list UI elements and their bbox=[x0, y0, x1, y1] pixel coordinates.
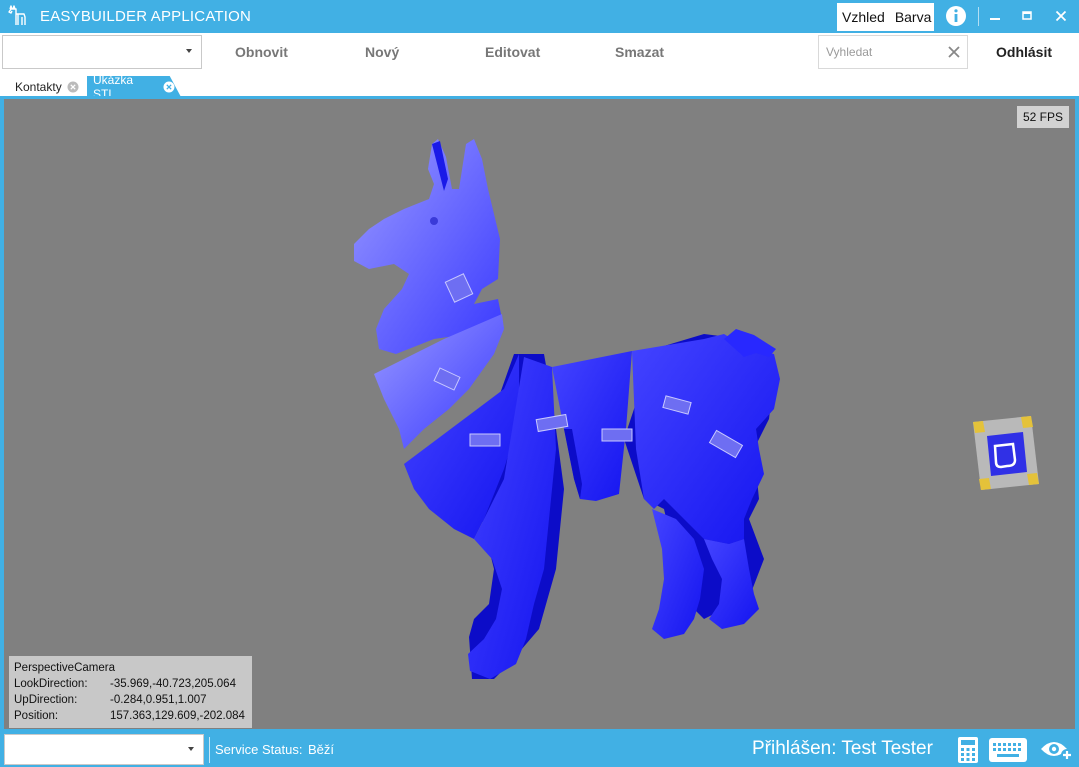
search-box bbox=[818, 35, 968, 69]
logged-user: Přihlášen: Test Tester bbox=[752, 738, 933, 759]
entity-combo[interactable] bbox=[2, 35, 202, 69]
camera-row: LookDirection: -35.969,-40.723,205.064 bbox=[14, 676, 247, 692]
tab-kontakty[interactable]: Kontakty bbox=[9, 76, 85, 97]
logout-button[interactable]: Odhlásit bbox=[996, 44, 1052, 60]
llama-logo-icon bbox=[8, 5, 26, 25]
chevron-down-icon bbox=[188, 747, 194, 751]
status-separator bbox=[209, 737, 210, 763]
tab-label: Kontakty bbox=[15, 79, 62, 94]
tab-ukazka-stl[interactable]: Ukázka STL bbox=[87, 76, 181, 97]
toolbar: Obnovit Nový Editovat Smazat Odhlásit bbox=[0, 33, 1079, 73]
camera-info-panel: PerspectiveCamera LookDirection: -35.969… bbox=[9, 656, 252, 728]
search-input[interactable] bbox=[826, 45, 941, 59]
3d-viewport[interactable]: 52 FPS PerspectiveCamera LookDirection: … bbox=[4, 99, 1075, 729]
camera-key: Position: bbox=[14, 710, 59, 722]
camera-value: -0.284,0.951,1.007 bbox=[110, 694, 207, 706]
camera-value: -35.969,-40.723,205.064 bbox=[110, 678, 236, 690]
fps-counter: 52 FPS bbox=[1016, 106, 1069, 128]
camera-row: Position: 157.363,129.609,-202.084 bbox=[14, 708, 247, 724]
camera-key: LookDirection: bbox=[14, 678, 88, 690]
llama-model[interactable] bbox=[4, 99, 1075, 729]
maximize-icon bbox=[1022, 11, 1032, 20]
camera-key: UpDirection: bbox=[14, 694, 78, 706]
status-combo[interactable] bbox=[4, 734, 204, 765]
refresh-button[interactable]: Obnovit bbox=[235, 44, 288, 60]
camera-type: PerspectiveCamera bbox=[14, 662, 115, 674]
calculator-icon[interactable] bbox=[957, 736, 979, 764]
minimize-icon bbox=[990, 18, 1000, 20]
keyboard-icon[interactable] bbox=[988, 737, 1028, 763]
camera-value: 157.363,129.609,-202.084 bbox=[110, 710, 245, 722]
menu-vzhled[interactable]: Vzhled bbox=[837, 9, 885, 25]
title-bar: EASYBUILDER APPLICATION Vzhled Barva bbox=[0, 0, 1079, 33]
delete-button[interactable]: Smazat bbox=[615, 44, 664, 60]
close-tab-icon[interactable] bbox=[67, 81, 79, 93]
clear-search-icon[interactable] bbox=[947, 45, 961, 59]
tab-strip: Kontakty Ukázka STL bbox=[0, 73, 1079, 97]
close-tab-icon[interactable] bbox=[163, 81, 175, 93]
chevron-down-icon bbox=[186, 49, 192, 53]
close-icon bbox=[1055, 10, 1067, 22]
edit-button[interactable]: Editovat bbox=[485, 44, 540, 60]
status-bar: Service Status: Běží Přihlášen: Test Tes… bbox=[0, 733, 1079, 767]
eye-plus-icon[interactable] bbox=[1040, 738, 1074, 762]
app-title: EASYBUILDER APPLICATION bbox=[40, 8, 252, 25]
view-cube-icon[interactable] bbox=[969, 416, 1043, 496]
minimize-button[interactable] bbox=[985, 6, 1005, 26]
window-controls-separator bbox=[978, 7, 979, 26]
new-button[interactable]: Nový bbox=[365, 44, 399, 60]
service-status-label: Service Status: bbox=[215, 742, 303, 757]
top-menu: Vzhled Barva bbox=[837, 3, 934, 31]
close-window-button[interactable] bbox=[1051, 6, 1071, 26]
menu-barva[interactable]: Barva bbox=[885, 9, 932, 25]
maximize-button[interactable] bbox=[1017, 6, 1037, 26]
camera-row: UpDirection: -0.284,0.951,1.007 bbox=[14, 692, 247, 708]
info-icon[interactable] bbox=[945, 5, 967, 27]
service-status-value: Běží bbox=[308, 742, 335, 757]
